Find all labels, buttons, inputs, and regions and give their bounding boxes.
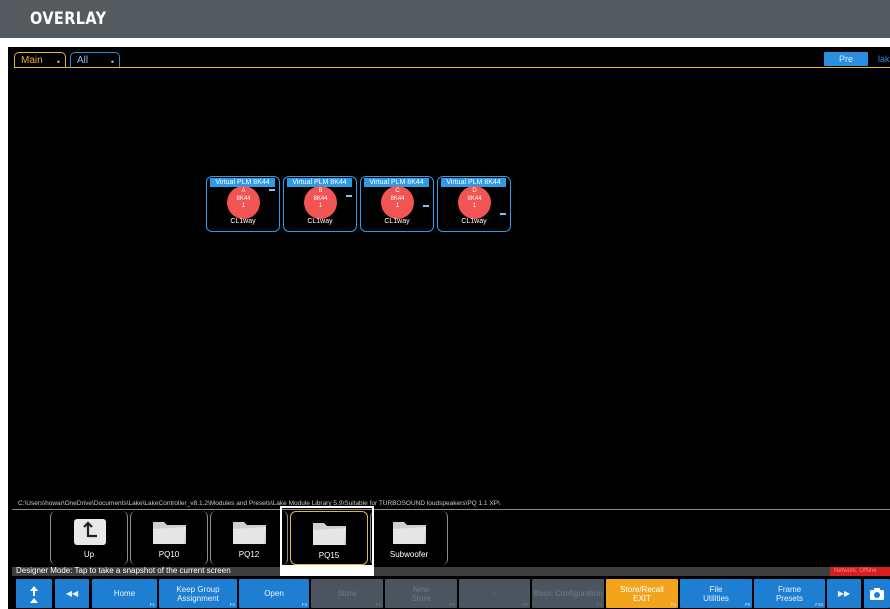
device-meter	[423, 205, 429, 207]
device-meter	[269, 189, 275, 191]
tab-all-label: All	[77, 55, 89, 66]
store-recall-exit-label: Store/Recall EXIT	[620, 584, 664, 603]
device-module[interactable]: Virtual PLM 8K44 C 8K44 1 CL1way	[360, 176, 434, 232]
new-store-button[interactable]: New Store F5	[385, 579, 457, 608]
device-model: 8K44	[467, 195, 482, 202]
tab-main[interactable]: Main •	[14, 52, 66, 67]
device-module[interactable]: Virtual PLM 8K44 D 8K44 1 CL1way	[437, 176, 511, 232]
blank-button[interactable]: - F6	[459, 579, 530, 608]
fkey-label: F9	[744, 602, 750, 607]
status-bar: Designer Mode: Tap to take a snapshot of…	[12, 566, 890, 576]
folder-up[interactable]: Up	[50, 511, 128, 565]
overlay-header: OVERLAY	[0, 0, 890, 38]
up-level-icon	[16, 579, 52, 608]
fkey-label: F2	[229, 602, 235, 607]
network-status-badge: Network: Offline	[830, 567, 890, 576]
store-button[interactable]: Store F4	[311, 579, 383, 608]
device-indicator: C 8K44 1	[381, 186, 414, 219]
device-letter: C	[395, 188, 400, 194]
store-recall-exit-button[interactable]: Store/Recall EXIT F8	[606, 579, 678, 608]
folder-pq12[interactable]: PQ12	[210, 511, 288, 565]
tab-all[interactable]: All •	[70, 52, 120, 67]
pre-button[interactable]: Pre	[824, 52, 868, 66]
store-label: Store	[337, 589, 357, 598]
device-model: 8K44	[313, 195, 328, 202]
folder-icon	[393, 522, 426, 544]
home-label: Home	[113, 589, 136, 598]
rewind-icon: ◀◀	[65, 589, 79, 598]
device-config: CL1way	[230, 218, 256, 225]
device-module[interactable]: Virtual PLM 8K44 A 8K44 1 CL1way	[206, 176, 280, 232]
frame-presets-button[interactable]: Frame Presets F10	[754, 579, 825, 608]
new-store-label: New Store	[411, 584, 431, 603]
fast-forward-icon: ▶▶	[837, 589, 851, 598]
device-number: 1	[241, 203, 246, 209]
next-button[interactable]: ▶▶	[827, 579, 861, 608]
fkey-label: F8	[670, 602, 676, 607]
current-path: C:\Users\howar\OneDrive\Documents\Lake\L…	[18, 500, 500, 507]
tab-main-label: Main	[21, 55, 43, 66]
snapshot-button[interactable]	[864, 579, 890, 608]
module-browser: Up PQ10 PQ12 PQ15 Subwoofer	[12, 509, 890, 568]
fkey-label: F3	[301, 602, 307, 607]
device-model: 8K44	[390, 195, 405, 202]
device-indicator: B 8K44 1	[304, 186, 337, 219]
device-config: CL1way	[307, 218, 333, 225]
folder-label: PQ12	[238, 550, 260, 559]
camera-icon	[864, 579, 890, 608]
device-meter	[500, 213, 506, 215]
device-indicator: D 8K44 1	[458, 186, 491, 219]
device-indicator: A 8K44 1	[227, 186, 260, 219]
tab-underline	[14, 67, 890, 68]
open-button[interactable]: Open F3	[239, 579, 309, 608]
file-utilities-button[interactable]: File Utilities F9	[680, 579, 752, 608]
status-text: Designer Mode: Tap to take a snapshot of…	[16, 566, 231, 575]
home-button[interactable]: Home F1	[92, 579, 157, 608]
device-letter: B	[318, 188, 323, 194]
keep-group-label: Keep Group Assignment	[176, 584, 220, 603]
selection-highlight-fill	[280, 565, 374, 576]
folder-label: Up	[83, 550, 95, 559]
device-meter	[346, 195, 352, 197]
device-module[interactable]: Virtual PLM 8K44 B 8K44 1 CL1way	[283, 176, 357, 232]
function-toolbar: ◀◀ Home F1 Keep Group Assignment F2 Open…	[8, 578, 890, 609]
fkey-label: F4	[375, 602, 381, 607]
fkey-label: F5	[449, 602, 455, 607]
device-number: 1	[472, 203, 477, 209]
basic-configuration-label: Basic Configuration	[533, 589, 603, 598]
keep-group-assignment-button[interactable]: Keep Group Assignment F2	[159, 579, 237, 608]
up-arrow-icon	[74, 519, 106, 545]
blank-label: -	[493, 589, 496, 598]
device-number: 1	[318, 203, 323, 209]
frame-top	[0, 38, 890, 47]
folder-pq10[interactable]: PQ10	[130, 511, 208, 565]
lake-controller-window: Main • All • Pre lak Virtual PLM 8K44 A …	[8, 47, 890, 609]
folder-subwoofer[interactable]: Subwoofer	[370, 511, 448, 565]
fkey-label: F7	[596, 602, 602, 607]
frame-left	[0, 38, 8, 609]
file-utilities-label: File Utilities	[703, 584, 729, 603]
open-label: Open	[264, 589, 284, 598]
folder-icon	[153, 522, 186, 544]
fkey-label: F6	[522, 602, 528, 607]
up-level-button[interactable]	[16, 579, 52, 608]
folder-label: Subwoofer	[389, 550, 429, 559]
folder-label: PQ10	[158, 550, 180, 559]
lake-button[interactable]: lak	[878, 52, 890, 66]
device-letter: D	[472, 188, 477, 194]
device-number: 1	[395, 203, 400, 209]
fkey-label: F10	[815, 602, 823, 607]
device-letter: A	[241, 188, 246, 194]
device-config: CL1way	[384, 218, 410, 225]
device-config: CL1way	[461, 218, 487, 225]
folder-icon	[233, 522, 266, 544]
overlay-title: OVERLAY	[30, 9, 107, 29]
previous-button[interactable]: ◀◀	[55, 579, 89, 608]
device-model: 8K44	[236, 195, 251, 202]
fkey-label: F1	[149, 602, 155, 607]
basic-configuration-button[interactable]: Basic Configuration F7	[532, 579, 604, 608]
